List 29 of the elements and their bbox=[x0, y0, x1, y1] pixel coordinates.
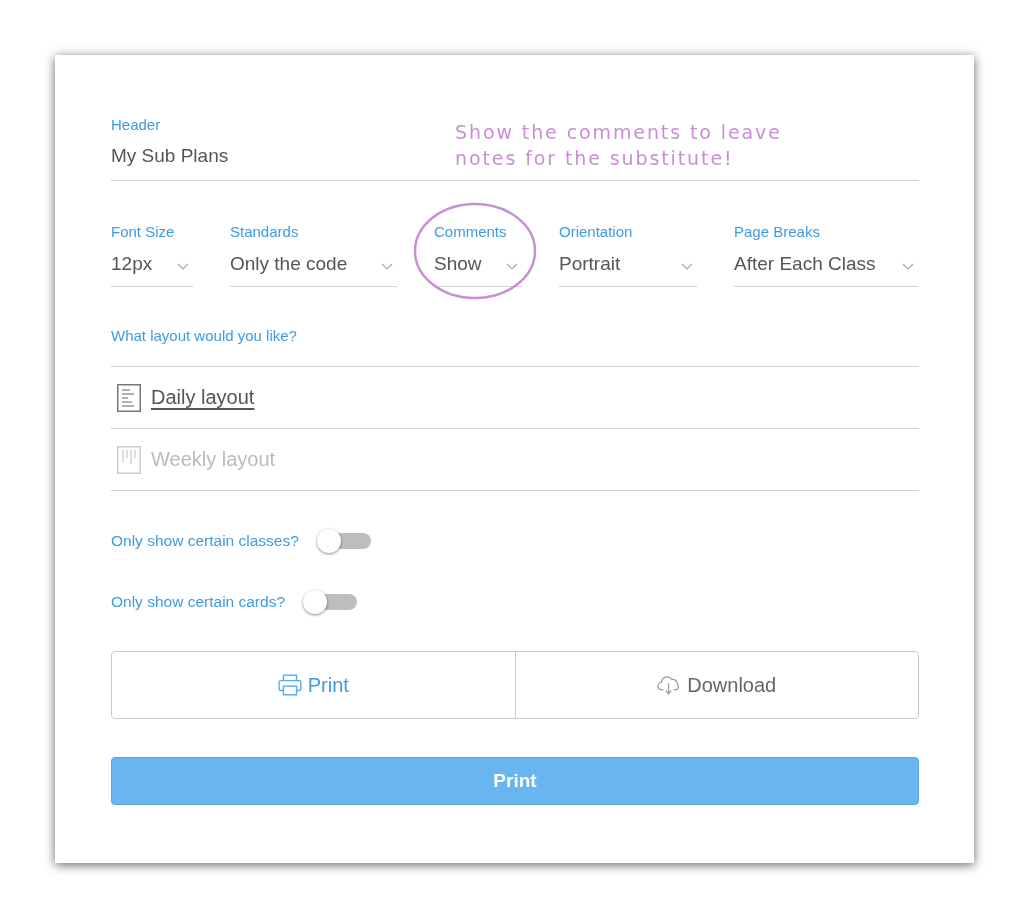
chevron-down-icon bbox=[506, 262, 518, 270]
printer-icon bbox=[277, 674, 302, 696]
chevron-down-icon bbox=[381, 262, 393, 270]
header-input[interactable]: My Sub Plans bbox=[111, 144, 441, 181]
annotation-note: Show the comments to leave notes for the substitute! bbox=[455, 120, 782, 171]
chevron-down-icon bbox=[902, 262, 914, 270]
field-label: Page Breaks bbox=[734, 223, 820, 241]
chevron-down-icon bbox=[177, 262, 189, 270]
columns-icon bbox=[117, 445, 141, 474]
dropdown-select[interactable]: After Each Class bbox=[734, 252, 918, 287]
chevron-down-icon bbox=[681, 262, 693, 270]
field-label: Orientation bbox=[559, 223, 633, 241]
field-label: Standards bbox=[230, 223, 299, 241]
layout-prompt: What layout would you like? bbox=[111, 327, 297, 345]
field-label: Header bbox=[111, 116, 161, 134]
dropdown-select[interactable]: Only the code bbox=[230, 252, 397, 287]
output-option-button[interactable]: Download bbox=[514, 652, 918, 718]
cloud-download-icon bbox=[657, 674, 682, 696]
toggle-switch[interactable] bbox=[316, 529, 371, 553]
dropdown-select[interactable]: 12px bbox=[111, 252, 193, 287]
field-label: Comments bbox=[434, 223, 507, 241]
layout-option[interactable]: Daily layout bbox=[111, 383, 255, 412]
dropdown-select[interactable]: Show bbox=[434, 252, 522, 287]
toggle-label: Only show certain classes? bbox=[111, 532, 299, 550]
document-lines-icon bbox=[117, 383, 141, 412]
field-label: Font Size bbox=[111, 223, 175, 241]
toggle-switch[interactable] bbox=[303, 590, 358, 614]
dropdown-select[interactable]: Portrait bbox=[559, 252, 697, 287]
toggle-label: Only show certain cards? bbox=[111, 593, 286, 611]
